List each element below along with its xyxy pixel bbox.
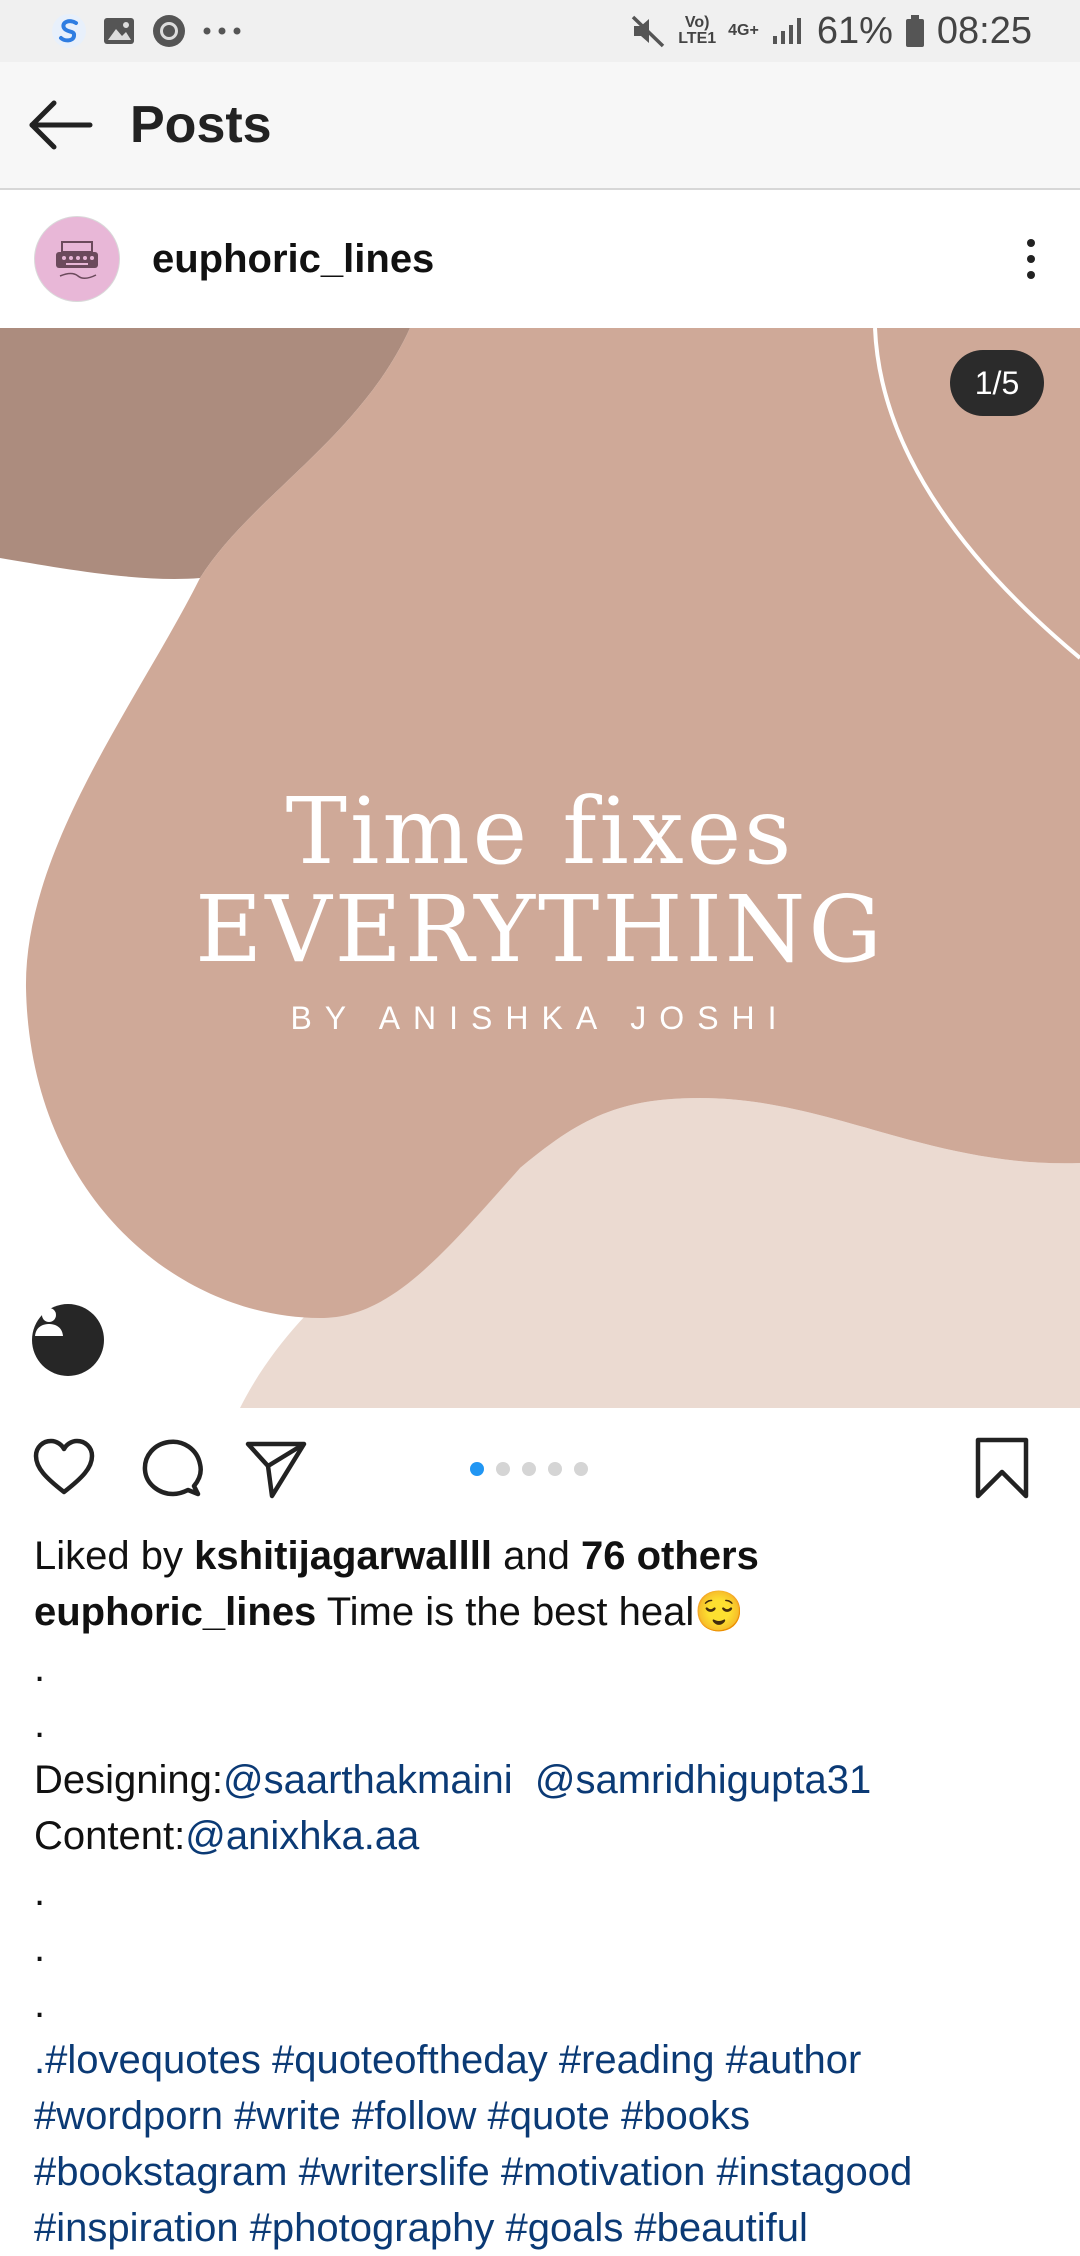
hashtags-line[interactable]: #bookstagram #writerslife #motivation #i…: [34, 2144, 1054, 2200]
back-arrow-icon: [29, 100, 93, 150]
status-left-icons: [50, 12, 242, 50]
caption-author[interactable]: euphoric_lines: [34, 1590, 316, 1634]
hashtags-line[interactable]: #inspiration #photography #goals #beauti…: [34, 2200, 1054, 2256]
carousel-indicator: [470, 1462, 588, 1476]
back-button[interactable]: [28, 95, 100, 155]
liked-by-user[interactable]: kshitijagarwallll: [194, 1534, 492, 1578]
post-username[interactable]: euphoric_lines: [152, 237, 434, 282]
status-bar: Vo) LTE1 4G+ 61% 08:25: [0, 0, 1080, 62]
content-label: Content:: [34, 1814, 186, 1858]
mute-icon: [630, 13, 666, 49]
network-type: 4G+: [728, 22, 759, 39]
comment-icon: [142, 1439, 203, 1497]
gallery-icon: [102, 14, 136, 48]
image-title-line1: Time fixes: [285, 778, 795, 885]
image-title-line2: EVERYTHING: [195, 876, 885, 983]
likes-middle: and: [492, 1534, 581, 1578]
battery-percent: 61%: [816, 9, 893, 52]
post-actions: [0, 1408, 1080, 1528]
likes-count[interactable]: 76 others: [581, 1534, 759, 1578]
person-icon: [35, 1308, 63, 1336]
dot-icon: [1027, 239, 1035, 247]
top-app-bar: Posts: [0, 62, 1080, 190]
carousel-dot: [574, 1462, 588, 1476]
hashtags-line[interactable]: .#lovequotes #quoteoftheday #reading #au…: [34, 2032, 1054, 2088]
caption-first-line: euphoric_lines Time is the best heal😌: [34, 1584, 1054, 1640]
hashtags-line[interactable]: #wordporn #write #follow #quote #books: [34, 2088, 1054, 2144]
tagged-users-button[interactable]: [32, 1304, 104, 1376]
page-title: Posts: [130, 96, 272, 154]
heart-icon: [33, 1438, 95, 1495]
image-byline: BY ANISHKA JOSHI: [290, 1000, 790, 1036]
dot-icon: [1027, 255, 1035, 263]
likes-line: Liked by kshitijagarwallll and 76 others: [34, 1528, 1054, 1584]
more-options-button[interactable]: [1016, 229, 1046, 289]
post-header: euphoric_lines: [0, 190, 1080, 328]
caption-text: Time is the best heal😌: [316, 1590, 745, 1634]
carousel-dot: [470, 1462, 484, 1476]
volte-indicator: Vo) LTE1: [678, 14, 717, 47]
post-image[interactable]: Time fixes EVERYTHING BY ANISHKA JOSHI 1…: [0, 328, 1080, 1408]
signal-icon: [771, 16, 805, 46]
carousel-counter: 1/5: [950, 350, 1044, 416]
battery-icon: [905, 14, 925, 48]
caption-dot: .: [34, 1926, 46, 1970]
comment-button[interactable]: [140, 1436, 204, 1500]
carousel-dot: [548, 1462, 562, 1476]
likes-prefix: Liked by: [34, 1534, 195, 1578]
status-right-icons: Vo) LTE1 4G+ 61% 08:25: [630, 10, 1032, 53]
caption-dot: .: [34, 1702, 46, 1746]
send-icon: [245, 1441, 307, 1499]
content-mention[interactable]: @anixhka.aa: [185, 1814, 419, 1858]
avatar[interactable]: [34, 216, 120, 302]
caption-dot: .: [34, 1646, 46, 1690]
caption-dot: .: [34, 1982, 46, 2026]
share-button[interactable]: [244, 1436, 308, 1500]
designer-mention-2[interactable]: @samridhigupta31: [535, 1758, 871, 1802]
content-line: Content:@anixhka.aa: [34, 1808, 1054, 1864]
typewriter-icon: [56, 241, 98, 279]
carousel-dot: [496, 1462, 510, 1476]
designing-label: Designing:: [34, 1758, 224, 1802]
record-icon: [150, 12, 188, 50]
app-s-icon: [50, 12, 88, 50]
like-button[interactable]: [32, 1436, 96, 1500]
carousel-dot: [522, 1462, 536, 1476]
clock: 08:25: [936, 9, 1032, 52]
bookmark-icon: [975, 1437, 1029, 1499]
save-button[interactable]: [972, 1436, 1036, 1500]
more-notifications-icon: [202, 26, 242, 36]
designer-mention-1[interactable]: @saarthakmaini: [223, 1758, 513, 1802]
post-caption: Liked by kshitijagarwallll and 76 others…: [34, 1528, 1054, 2256]
dot-icon: [1027, 271, 1035, 279]
designing-line: Designing:@saarthakmaini @samridhigupta3…: [34, 1752, 1054, 1808]
caption-dot: .: [34, 1870, 46, 1914]
